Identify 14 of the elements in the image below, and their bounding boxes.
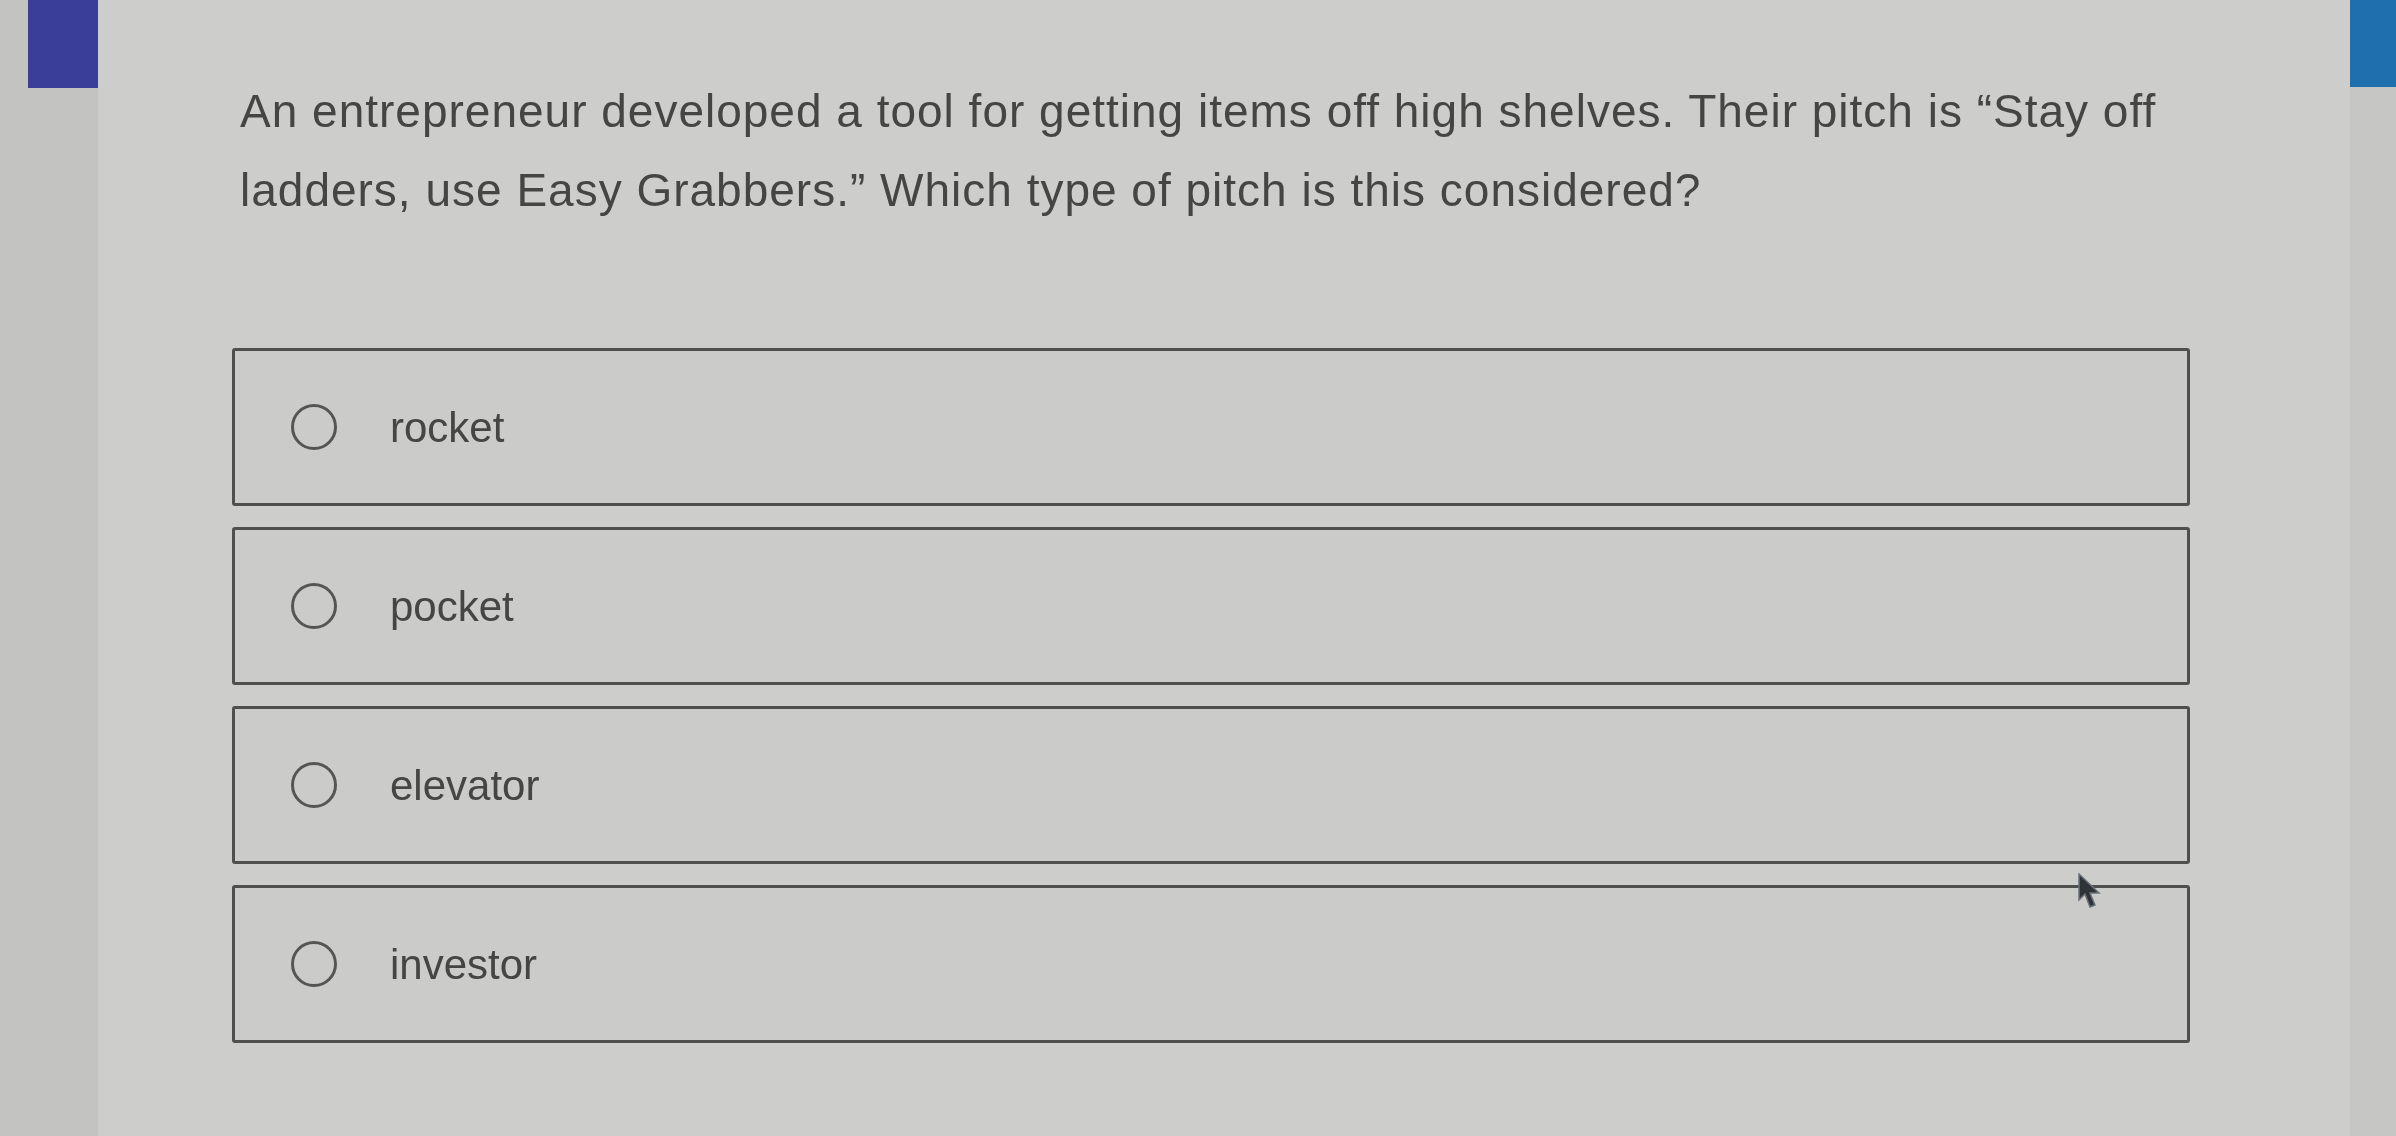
answer-option[interactable]: investor — [232, 885, 2190, 1043]
question-text: An entrepreneur developed a tool for getting items off high shelves. Their pitch is “Stay off ladders, use Easy Grabbers.” Which type of pitch is this considered? — [240, 84, 2158, 218]
answer-option[interactable]: elevator — [232, 706, 2190, 864]
radio-button[interactable] — [291, 404, 337, 450]
radio-button[interactable] — [291, 583, 337, 629]
mouse-cursor-icon — [2078, 873, 2102, 909]
option-label: pocket — [390, 581, 514, 632]
radio-button[interactable] — [291, 941, 337, 987]
radio-button[interactable] — [291, 762, 337, 808]
option-label: elevator — [390, 760, 540, 811]
option-label: investor — [390, 939, 538, 990]
answer-option[interactable]: rocket — [232, 348, 2190, 506]
answer-option[interactable]: pocket — [232, 527, 2190, 685]
option-label: rocket — [390, 402, 505, 453]
